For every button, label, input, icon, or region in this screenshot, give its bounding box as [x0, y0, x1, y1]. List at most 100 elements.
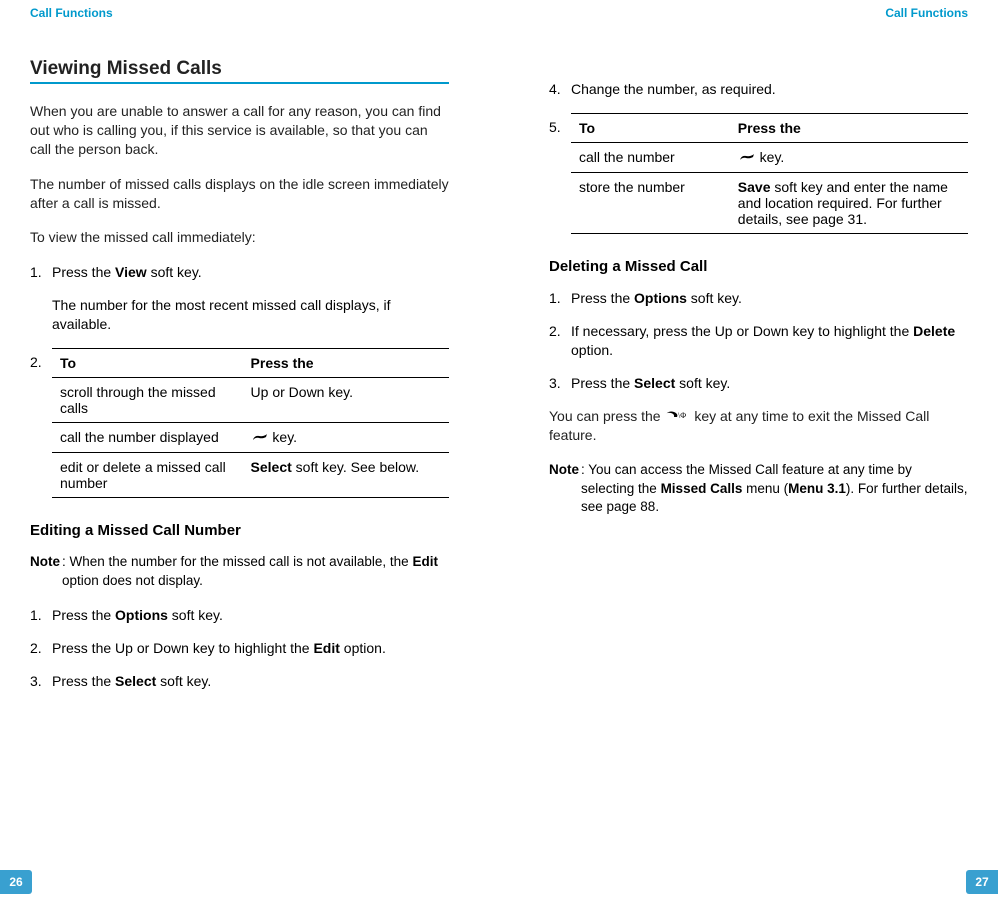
step-number: 3. [30, 672, 52, 691]
note-body: : When the number for the missed call is… [60, 553, 449, 589]
instruction-table-5: 5. To Press the call the number key. [549, 113, 968, 234]
text: soft key. [156, 673, 211, 689]
select-softkey-label: Select [251, 459, 292, 475]
text: Press the [571, 290, 634, 306]
note-block: Note : When the number for the missed ca… [30, 553, 449, 589]
page-number-left: 26 [0, 870, 32, 894]
edit-option-label: Edit [313, 640, 339, 656]
text: soft key. [687, 290, 742, 306]
del-step-3: 3. Press the Select soft key. [549, 374, 968, 393]
step-number: 1. [30, 263, 52, 282]
note-label: Note [549, 461, 579, 516]
text: key. [269, 429, 298, 445]
edit-step-1: 1. Press the Options soft key. [30, 606, 449, 625]
text: : When the number for the missed call is… [62, 554, 412, 569]
step-number: 1. [549, 289, 571, 308]
select-softkey-label: Select [634, 375, 675, 391]
edit-option-label: Edit [412, 554, 438, 569]
table-row: edit or delete a missed call number Sele… [52, 453, 449, 498]
del-step-1: 1. Press the Options soft key. [549, 289, 968, 308]
end-power-key-icon: \Φ [664, 408, 690, 427]
table-row: store the number Save soft key and enter… [571, 173, 968, 234]
step-1-sub: The number for the most recent missed ca… [52, 296, 449, 334]
cell-press: Save soft key and enter the name and loc… [730, 173, 968, 234]
svg-text:\Φ: \Φ [678, 411, 686, 420]
instruction-table-2: 2. To Press the scroll through the misse… [30, 348, 449, 498]
edit-step-3: 3. Press the Select soft key. [30, 672, 449, 691]
text: soft key. [147, 264, 202, 280]
save-softkey-label: Save [738, 179, 771, 195]
subheading-editing: Editing a Missed Call Number [30, 522, 449, 539]
header-right: Call Functions [549, 0, 968, 20]
note-body: : You can access the Missed Call feature… [579, 461, 968, 516]
text: Press the Up or Down key to highlight th… [52, 640, 313, 656]
intro-paragraph-1: When you are unable to answer a call for… [30, 102, 449, 159]
text: You can press the [549, 408, 664, 424]
page-left: Call Functions Viewing Missed Calls When… [0, 0, 499, 906]
subheading-deleting: Deleting a Missed Call [549, 258, 968, 275]
text: option. [340, 640, 386, 656]
text: key. [756, 149, 785, 165]
menu-3-1-label: Menu 3.1 [788, 481, 846, 496]
col-to-header: To [571, 113, 730, 142]
text: soft key. [675, 375, 730, 391]
intro-paragraph-2: The number of missed calls displays on t… [30, 175, 449, 213]
col-press-header: Press the [243, 349, 449, 378]
step-number: 2. [30, 639, 52, 658]
step-number: 2. [30, 348, 52, 498]
text: Press the [52, 264, 115, 280]
text: Press the [52, 673, 115, 689]
spacer [549, 20, 968, 80]
exit-paragraph: You can press the \Φ key at any time to … [549, 407, 968, 446]
col-press-header: Press the [730, 113, 968, 142]
edit-step-2: 2. Press the Up or Down key to highlight… [30, 639, 449, 658]
cell-press: Select soft key. See below. [243, 453, 449, 498]
intro-paragraph-3: To view the missed call immediately: [30, 228, 449, 247]
instruction-table: To Press the scroll through the missed c… [52, 348, 449, 498]
page-spread: Call Functions Viewing Missed Calls When… [0, 0, 998, 906]
cell-press: key. [243, 423, 449, 453]
del-step-2: 2. If necessary, press the Up or Down ke… [549, 322, 968, 360]
step-number: 2. [549, 322, 571, 360]
step-body: Press the Up or Down key to highlight th… [52, 639, 449, 658]
cell-press: key. [730, 142, 968, 172]
options-softkey-label: Options [634, 290, 687, 306]
step-number: 5. [549, 113, 571, 234]
note-block: Note : You can access the Missed Call fe… [549, 461, 968, 516]
step-number: 3. [549, 374, 571, 393]
delete-option-label: Delete [913, 323, 955, 339]
send-key-icon [738, 150, 756, 166]
section-title: Viewing Missed Calls [30, 58, 449, 80]
text: Press the [52, 607, 115, 623]
cell-to: edit or delete a missed call number [52, 453, 243, 498]
cell-to: call the number [571, 142, 730, 172]
header-left: Call Functions [30, 0, 449, 20]
table-header-row: To Press the [52, 349, 449, 378]
cell-to: call the number displayed [52, 423, 243, 453]
step-body: Press the Select soft key. [52, 672, 449, 691]
instruction-table: To Press the call the number key. [571, 113, 968, 234]
note-label: Note [30, 553, 60, 589]
view-softkey-label: View [115, 264, 147, 280]
step-1: 1. Press the View soft key. [30, 263, 449, 282]
step-body: If necessary, press the Up or Down key t… [571, 322, 968, 360]
text: menu ( [742, 481, 788, 496]
col-to-header: To [52, 349, 243, 378]
step-body: Press the View soft key. [52, 263, 449, 282]
step-body: Press the Options soft key. [52, 606, 449, 625]
send-key-icon [251, 430, 269, 446]
text: soft key. [168, 607, 223, 623]
text: soft key. See below. [292, 459, 419, 475]
text: option. [571, 342, 613, 358]
select-softkey-label: Select [115, 673, 156, 689]
options-softkey-label: Options [115, 607, 168, 623]
table-row: call the number displayed key. [52, 423, 449, 453]
cell-to: store the number [571, 173, 730, 234]
step-number: 1. [30, 606, 52, 625]
page-number-right: 27 [966, 870, 998, 894]
cell-press: Up or Down key. [243, 378, 449, 423]
page-right: Call Functions 4. Change the number, as … [499, 0, 998, 906]
text: option does not display. [62, 573, 203, 588]
cell-to: scroll through the missed calls [52, 378, 243, 423]
text: If necessary, press the Up or Down key t… [571, 323, 913, 339]
